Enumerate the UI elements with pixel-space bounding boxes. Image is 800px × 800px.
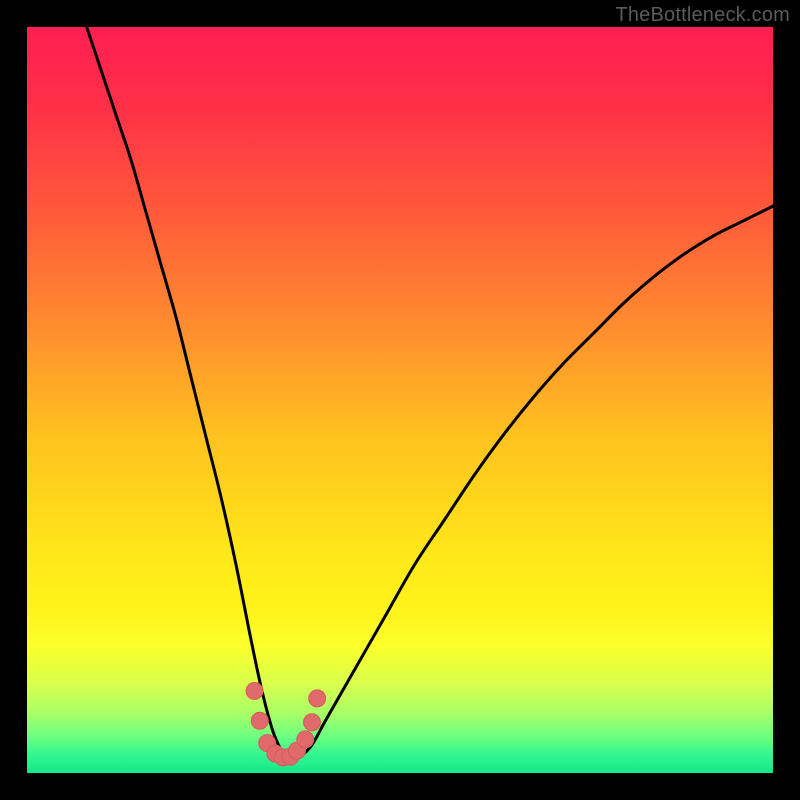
marker-dot — [251, 712, 268, 729]
chart-frame: TheBottleneck.com — [0, 0, 800, 800]
marker-dot — [303, 714, 320, 731]
highlighted-range-markers — [246, 682, 326, 765]
marker-dot — [309, 690, 326, 707]
marker-dot — [246, 682, 263, 699]
plot-area — [27, 27, 773, 773]
marker-dot — [297, 731, 314, 748]
bottleneck-curve — [87, 27, 773, 759]
watermark-text: TheBottleneck.com — [615, 4, 790, 27]
bottleneck-curve-layer — [27, 27, 773, 773]
